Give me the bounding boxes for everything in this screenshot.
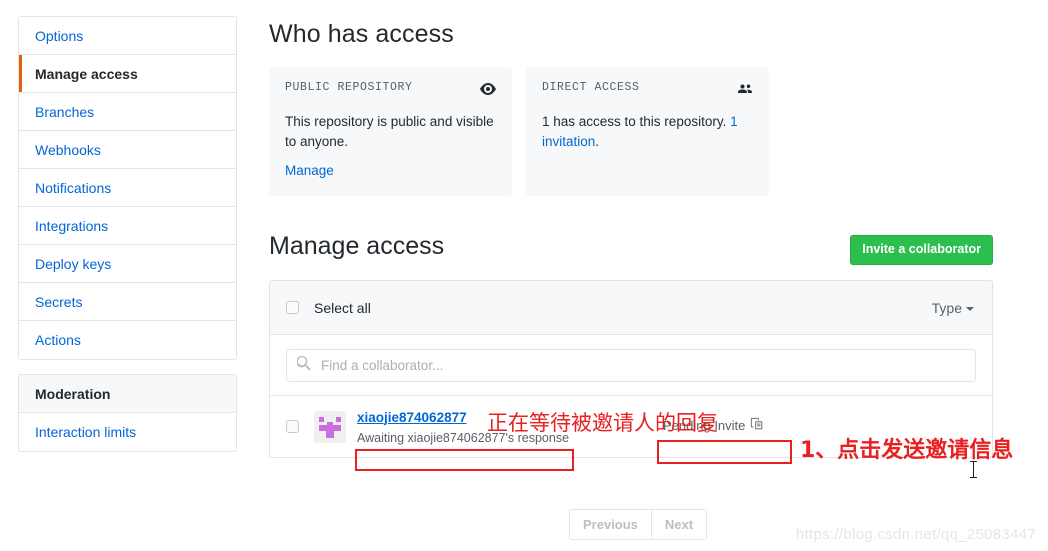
sidebar-item-notifications[interactable]: Notifications xyxy=(19,169,236,207)
search-input[interactable] xyxy=(319,357,930,374)
watermark: https://blog.csdn.net/qq_25083447 xyxy=(795,526,1036,543)
chevron-down-icon xyxy=(966,306,974,311)
copy-invite-link-icon[interactable] xyxy=(750,417,764,434)
collaborators-panel-header: Select all Type xyxy=(270,281,992,335)
card-title: PUBLIC REPOSITORY xyxy=(285,81,413,94)
direct-access-card: DIRECT ACCESS 1 has access to this repos… xyxy=(526,67,769,196)
sidebar-item-options[interactable]: Options xyxy=(19,17,236,55)
next-page-button[interactable]: Next xyxy=(651,509,708,540)
select-all-checkbox[interactable] xyxy=(286,301,299,314)
direct-access-suffix: . xyxy=(595,134,600,149)
direct-access-text: 1 has access to this repository. xyxy=(542,114,731,129)
sidebar-item-label: Interaction limits xyxy=(35,424,137,440)
sidebar-item-branches[interactable]: Branches xyxy=(19,93,236,131)
sidebar-item-integrations[interactable]: Integrations xyxy=(19,207,236,245)
sidebar-item-label: Deploy keys xyxy=(35,256,112,272)
annotation-waiting-response: 正在等待被邀请人的回复 xyxy=(487,411,718,435)
sidebar-item-label: Notifications xyxy=(35,180,112,196)
sidebar-item-label: Options xyxy=(35,28,84,44)
sidebar-item-deploy-keys[interactable]: Deploy keys xyxy=(19,245,236,283)
search-icon xyxy=(296,356,312,375)
settings-page: Options Manage access Branches Webhooks … xyxy=(0,0,1048,551)
card-title: DIRECT ACCESS xyxy=(542,81,640,94)
sidebar-item-actions[interactable]: Actions xyxy=(19,321,236,359)
main-content: Who has access PUBLIC REPOSITORY This re… xyxy=(269,0,1029,458)
annotation-click-send-invite: 1、点击发送邀请信息 xyxy=(800,438,1014,463)
sidebar-item-label: Actions xyxy=(35,332,81,348)
sidebar-item-interaction-limits[interactable]: Interaction limits xyxy=(19,413,236,451)
previous-page-button[interactable]: Previous xyxy=(569,509,652,540)
card-body: 1 has access to this repository. 1 invit… xyxy=(542,112,753,152)
sidebar-item-label: Secrets xyxy=(35,294,83,310)
sidebar-item-secrets[interactable]: Secrets xyxy=(19,283,236,321)
avatar xyxy=(314,410,346,443)
collaborator-username-link[interactable]: xiaojie874062877 xyxy=(357,410,467,425)
sidebar-item-label: Manage access xyxy=(35,66,138,82)
text-cursor-icon xyxy=(968,461,979,478)
settings-sidebar: Options Manage access Branches Webhooks … xyxy=(18,16,237,452)
sidebar-menu: Options Manage access Branches Webhooks … xyxy=(18,16,237,360)
sidebar-item-webhooks[interactable]: Webhooks xyxy=(19,131,236,169)
eye-icon xyxy=(480,81,496,101)
type-filter-dropdown[interactable]: Type xyxy=(932,300,974,316)
card-body: This repository is public and visible to… xyxy=(285,114,494,149)
sidebar-moderation-menu: Moderation Interaction limits xyxy=(18,374,237,452)
invite-a-collaborator-button[interactable]: Invite a collaborator xyxy=(850,235,993,265)
collaborator-checkbox[interactable] xyxy=(286,420,299,433)
sidebar-item-label: Branches xyxy=(35,104,95,120)
select-all-label: Select all xyxy=(314,299,371,316)
type-filter-label: Type xyxy=(931,299,962,316)
who-has-access-heading: Who has access xyxy=(269,20,454,48)
pagination: Previous Next xyxy=(569,509,708,540)
search-box[interactable] xyxy=(286,349,976,382)
manage-visibility-link[interactable]: Manage xyxy=(285,163,334,178)
sidebar-moderation-header: Moderation xyxy=(19,375,236,413)
sidebar-item-label: Integrations xyxy=(35,218,109,234)
search-area xyxy=(270,335,992,395)
people-icon xyxy=(737,81,753,101)
public-repository-card: PUBLIC REPOSITORY This repository is pub… xyxy=(269,67,512,196)
sidebar-item-manage-access[interactable]: Manage access xyxy=(19,55,236,93)
card-header: DIRECT ACCESS xyxy=(542,81,753,101)
sidebar-item-label: Webhooks xyxy=(35,142,101,158)
access-cards: PUBLIC REPOSITORY This repository is pub… xyxy=(269,67,1029,196)
card-header: PUBLIC REPOSITORY xyxy=(285,81,496,101)
